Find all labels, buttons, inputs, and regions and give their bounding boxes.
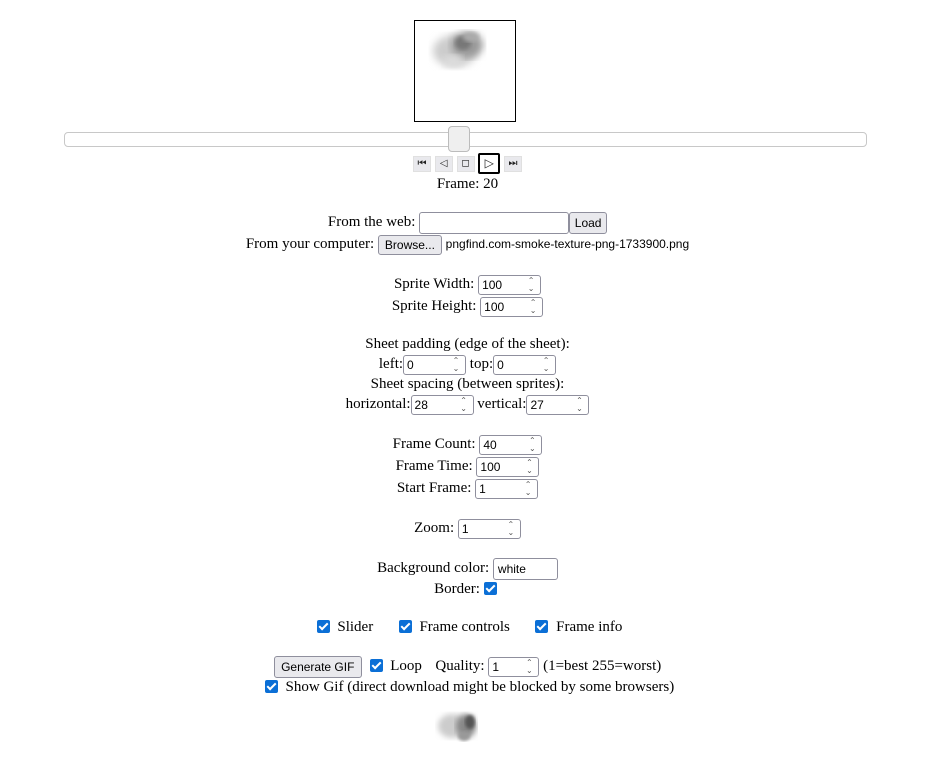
quality-input[interactable]: 1 ⌃ ⌄ bbox=[488, 656, 540, 677]
spacing-vertical-value: 27 bbox=[530, 397, 544, 412]
slider-option-label: Slider bbox=[337, 619, 374, 635]
sprite-preview-frame bbox=[414, 20, 516, 122]
loop-label: Loop bbox=[390, 658, 422, 674]
padding-left-value: 0 bbox=[407, 357, 414, 372]
frame-count-label: Frame Count: bbox=[392, 436, 476, 452]
spinner-icon[interactable]: ⌃ ⌄ bbox=[449, 356, 463, 373]
frame-controls-option-label: Frame controls bbox=[419, 619, 510, 635]
frame-time-label: Frame Time: bbox=[395, 458, 473, 474]
file-name: pngfind.com-smoke-texture-png-1733900.pn… bbox=[445, 237, 690, 251]
show-gif-label: Show Gif (direct download might be block… bbox=[285, 679, 675, 695]
skip-to-first-icon[interactable]: ⏮ bbox=[413, 155, 431, 172]
spacing-horizontal-label: horizontal: bbox=[345, 396, 411, 412]
sprite-width-input[interactable]: 100 ⌃ ⌄ bbox=[478, 274, 542, 295]
spinner-icon[interactable]: ⌃ ⌄ bbox=[504, 520, 518, 537]
spacing-heading: Sheet spacing (between sprites): bbox=[370, 376, 565, 392]
loop-checkbox[interactable] bbox=[369, 659, 383, 673]
quality-value: 1 bbox=[492, 659, 500, 674]
url-input[interactable] bbox=[419, 211, 570, 234]
zoom-label: Zoom: bbox=[414, 520, 455, 536]
border-checkbox[interactable] bbox=[483, 582, 497, 596]
play-icon[interactable]: ▷ bbox=[478, 153, 501, 175]
frame-info-option-label: Frame info bbox=[556, 619, 623, 635]
step-back-icon[interactable]: ◁ bbox=[434, 155, 453, 172]
smoke-sprite-image bbox=[433, 32, 483, 67]
load-button[interactable]: Load bbox=[569, 211, 608, 234]
web-label: From the web: bbox=[327, 214, 416, 230]
zoom-input[interactable]: 1 ⌃ ⌄ bbox=[457, 518, 521, 539]
frame-number: 20 bbox=[483, 176, 499, 192]
zoom-value: 1 bbox=[461, 521, 469, 536]
spinner-icon[interactable]: ⌃ ⌄ bbox=[539, 356, 553, 373]
quality-label: Quality: bbox=[435, 658, 485, 674]
padding-top-input[interactable]: 0 ⌃ ⌄ bbox=[493, 354, 557, 375]
gif-smoke-image bbox=[438, 714, 476, 741]
computer-label: From your computer: bbox=[245, 236, 375, 252]
frame-info: Frame: 20 bbox=[0, 174, 935, 194]
padding-left-label: left: bbox=[378, 356, 404, 372]
background-color-label: Background color: bbox=[377, 560, 490, 576]
show-gif-checkbox[interactable] bbox=[264, 680, 278, 694]
padding-top-label: top: bbox=[469, 356, 494, 372]
spacing-horizontal-value: 28 bbox=[414, 397, 428, 412]
start-frame-label: Start Frame: bbox=[396, 480, 472, 496]
spinner-icon[interactable]: ⌃ ⌄ bbox=[522, 658, 536, 675]
generated-gif-preview bbox=[416, 702, 516, 783]
browse-button[interactable]: Browse... bbox=[377, 234, 442, 255]
spinner-icon[interactable]: ⌃ ⌄ bbox=[524, 276, 538, 293]
frame-time-input[interactable]: 100 ⌃ ⌄ bbox=[476, 456, 540, 477]
generate-gif-button[interactable]: Generate GIF bbox=[273, 655, 362, 678]
spinner-icon[interactable]: ⌃ ⌄ bbox=[572, 396, 586, 413]
frame-time-value: 100 bbox=[480, 459, 501, 474]
sprite-width-label: Sprite Width: bbox=[393, 276, 475, 292]
spinner-icon[interactable]: ⌃ ⌄ bbox=[525, 436, 539, 453]
spinner-icon[interactable]: ⌃ ⌄ bbox=[457, 396, 471, 413]
slider-checkbox[interactable] bbox=[316, 620, 330, 634]
quality-hint: (1=best 255=worst) bbox=[543, 658, 662, 674]
start-frame-value: 1 bbox=[479, 481, 486, 496]
background-color-input[interactable]: white bbox=[492, 557, 558, 580]
padding-left-input[interactable]: 0 ⌃ ⌄ bbox=[403, 354, 467, 375]
frame-count-input[interactable]: 40 ⌃ ⌄ bbox=[479, 434, 543, 455]
border-label: Border: bbox=[434, 581, 480, 597]
frame-slider[interactable] bbox=[64, 126, 867, 152]
frame-info-checkbox[interactable] bbox=[535, 620, 549, 634]
start-frame-input[interactable]: 1 ⌃ ⌄ bbox=[475, 478, 539, 499]
frame-controls-checkbox[interactable] bbox=[398, 620, 412, 634]
frame-label: Frame: bbox=[436, 176, 480, 192]
stop-icon[interactable]: ◻ bbox=[456, 155, 475, 172]
spinner-icon[interactable]: ⌃ ⌄ bbox=[521, 480, 535, 497]
padding-top-value: 0 bbox=[497, 357, 504, 372]
sprite-height-value: 100 bbox=[484, 299, 505, 314]
spinner-icon[interactable]: ⌃ ⌄ bbox=[526, 298, 540, 315]
sprite-height-label: Sprite Height: bbox=[391, 298, 477, 314]
frame-count-value: 40 bbox=[483, 437, 497, 452]
spacing-vertical-input[interactable]: 27 ⌃ ⌄ bbox=[526, 394, 590, 415]
padding-heading: Sheet padding (edge of the sheet): bbox=[365, 336, 570, 352]
sprite-width-value: 100 bbox=[482, 277, 503, 292]
spacing-vertical-label: vertical: bbox=[477, 396, 527, 412]
slider-thumb[interactable] bbox=[448, 126, 470, 152]
skip-to-last-icon[interactable]: ⏭ bbox=[504, 155, 522, 172]
sprite-height-input[interactable]: 100 ⌃ ⌄ bbox=[480, 296, 544, 317]
spacing-horizontal-input[interactable]: 28 ⌃ ⌄ bbox=[410, 394, 474, 415]
spinner-icon[interactable]: ⌃ ⌄ bbox=[522, 458, 536, 475]
